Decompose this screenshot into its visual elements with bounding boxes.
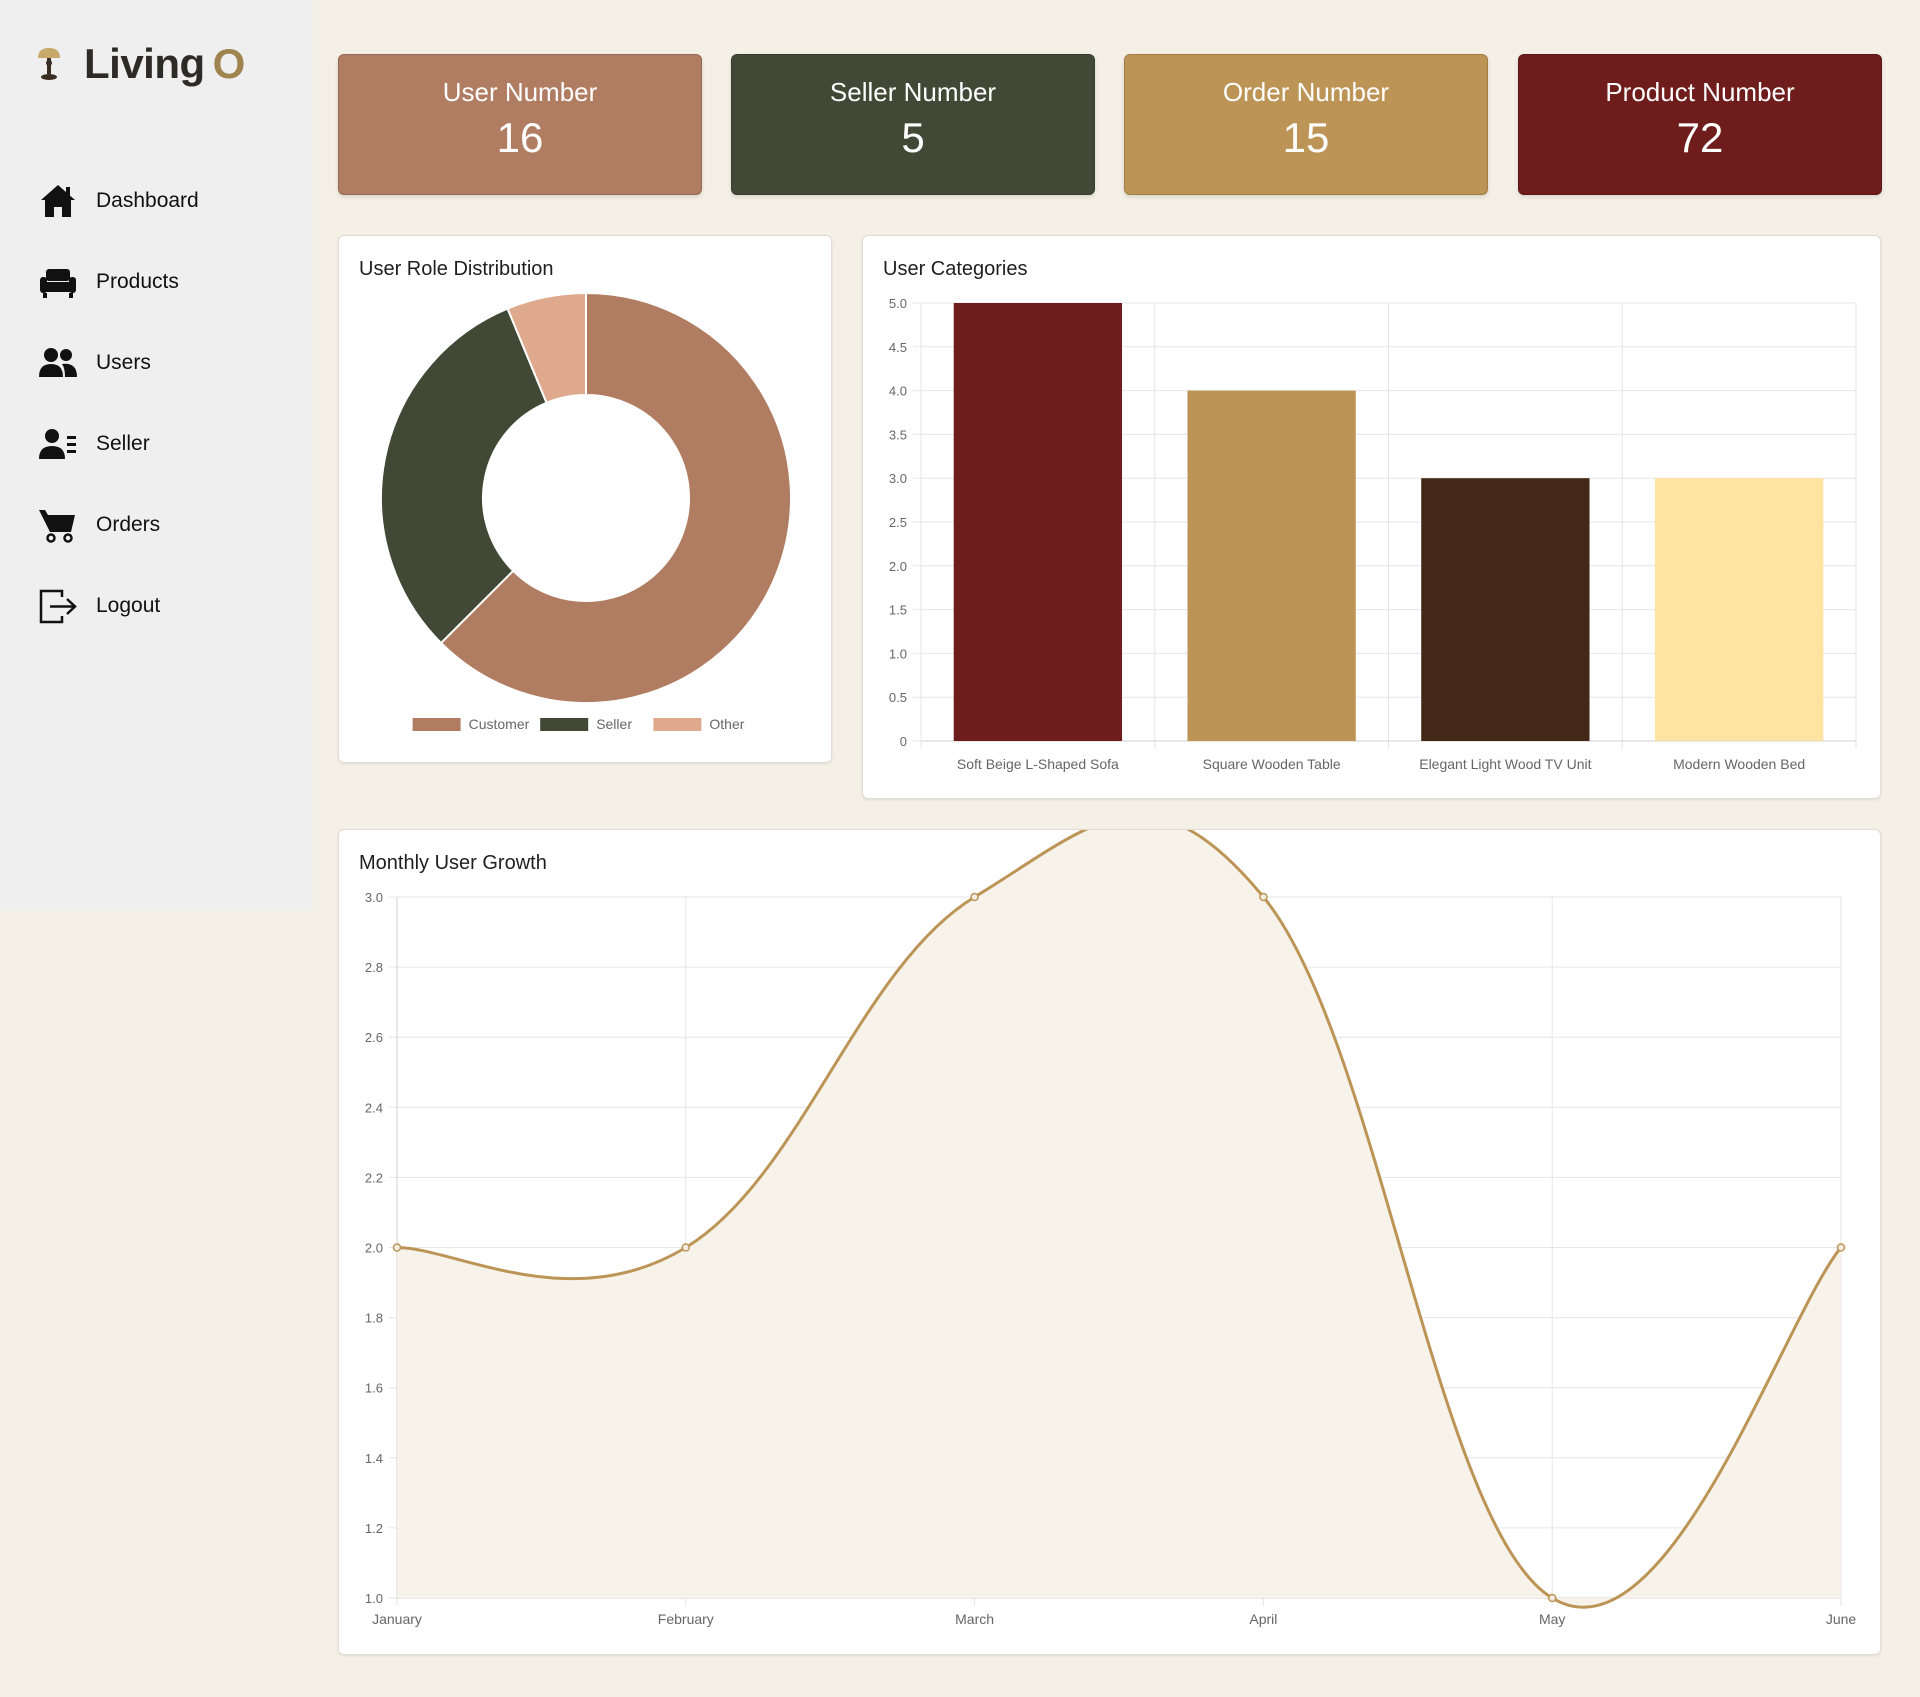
monthly-growth-panel: Monthly User Growth 1.0 1.2 1.4 1.6 1.8 2.0 2.… [338,829,1881,1655]
x-tick-label: Modern Wooden Bed [1673,756,1805,772]
y-tick-label: 2.6 [365,1030,383,1045]
y-tick-label: 2.5 [889,515,907,530]
x-tick-label: May [1539,1611,1565,1627]
user-role-panel: User Role Distribution Customer Seller Oth… [338,235,832,763]
line-point[interactable] [1547,1593,1557,1603]
brand-logo[interactable]: Living O [34,40,245,88]
sidebar-item-label: Dashboard [96,188,199,212]
user-categories-panel: User Categories 0 0.5 1.0 1.5 2.0 2.5 3.0 3.5 4.… [862,235,1881,799]
y-tick-label: 1.0 [365,1591,383,1606]
x-tick-label: Square Wooden Table [1203,756,1341,772]
stat-card-title: Product Number [1605,77,1795,107]
sidebar-item-users[interactable]: Users [38,322,298,403]
y-tick-label: 1.4 [365,1451,383,1466]
users-icon [39,347,77,377]
y-tick-label: 0 [900,734,907,749]
y-tick-label: 3.5 [889,427,907,442]
y-tick-label: 2.8 [365,960,383,975]
y-tick-label: 0.5 [889,690,907,705]
legend-label: Customer [469,716,530,732]
y-tick-label: 2.0 [889,559,907,574]
bar-chart: 0 0.5 1.0 1.5 2.0 2.5 3.0 3.5 4.0 4.5 5.0 Soft Beig… [889,296,1857,772]
brand-mark: O [212,40,246,87]
sofa-icon [40,268,76,298]
stat-card-title: Seller Number [829,77,997,107]
sidebar-item-label: Users [96,350,151,374]
x-tick-label: February [658,1611,714,1627]
home-icon [41,184,75,217]
stat-card-value: 72 [1676,114,1724,161]
legend-swatch [540,718,589,731]
line-point[interactable] [970,892,979,902]
brand-name: Living [84,40,205,87]
bar[interactable] [1421,478,1590,741]
line-point[interactable] [392,1243,402,1252]
stat-card-users[interactable]: User Number 16 [338,54,702,195]
x-tick-label: January [372,1611,422,1627]
stat-card-value: 5 [901,114,925,161]
stat-card-value: 15 [1282,114,1330,161]
bar[interactable] [1654,478,1824,741]
sidebar: Living O Dashboard Products Users Seller… [0,0,313,910]
sidebar-nav: Dashboard Products Users Seller Orders L… [38,160,298,646]
y-tick-label: 1.5 [889,603,907,618]
stat-card-orders[interactable]: Order Number 15 [1124,54,1488,195]
y-tick-label: 5.0 [889,296,907,311]
x-tick-label: Elegant Light Wood TV Unit [1419,756,1591,772]
y-tick-label: 1.0 [889,646,907,661]
y-tick-label: 2.2 [365,1170,383,1185]
line-point[interactable] [1259,892,1268,902]
stat-card-value: 16 [496,114,544,161]
legend-label: Seller [596,716,632,732]
sidebar-item-label: Orders [96,512,161,536]
donut-chart: Customer Seller Other [380,291,792,732]
legend-label: Other [709,716,744,732]
line-chart: 1.0 1.2 1.4 1.6 1.8 2.0 2.2 2.4 2.6 2.8 3.0 January… [365,830,1857,1627]
line-point[interactable] [681,1243,691,1252]
y-tick-label: 4.5 [889,340,907,355]
sidebar-item-label: Logout [96,593,161,617]
y-tick-label: 3.0 [889,471,907,486]
stat-card-title: Order Number [1222,77,1390,107]
y-tick-label: 1.2 [365,1521,383,1536]
cart-icon [39,509,75,543]
legend-swatch [412,718,461,731]
lamp-icon [38,48,60,80]
x-tick-label: Soft Beige L-Shaped Sofa [957,756,1119,772]
bar[interactable] [1187,390,1356,741]
y-tick-label: 1.8 [365,1311,383,1326]
y-tick-label: 1.6 [365,1381,383,1396]
y-tick-label: 3.0 [365,890,383,905]
sidebar-item-orders[interactable]: Orders [38,484,298,565]
sidebar-item-label: Seller [96,431,150,455]
sidebar-item-seller[interactable]: Seller [38,403,298,484]
x-tick-label: June [1826,1611,1857,1627]
x-tick-label: March [955,1611,994,1627]
stat-card-sellers[interactable]: Seller Number 5 [731,54,1095,195]
stat-card-products[interactable]: Product Number 72 [1518,54,1882,195]
y-tick-label: 2.4 [365,1100,383,1115]
y-tick-label: 4.0 [889,384,907,399]
logout-icon [39,589,77,623]
sidebar-item-label: Products [96,269,179,293]
bar[interactable] [953,303,1123,741]
x-tick-label: April [1249,1611,1277,1627]
sidebar-item-dashboard[interactable]: Dashboard [38,160,298,241]
seller-icon [39,428,76,459]
stat-card-title: User Number [442,77,598,107]
legend-swatch [653,718,702,731]
sidebar-item-products[interactable]: Products [38,241,298,322]
sidebar-item-logout[interactable]: Logout [38,565,298,646]
y-tick-label: 2.0 [365,1241,383,1256]
line-point[interactable] [1836,1243,1846,1252]
line-area [397,830,1841,1608]
